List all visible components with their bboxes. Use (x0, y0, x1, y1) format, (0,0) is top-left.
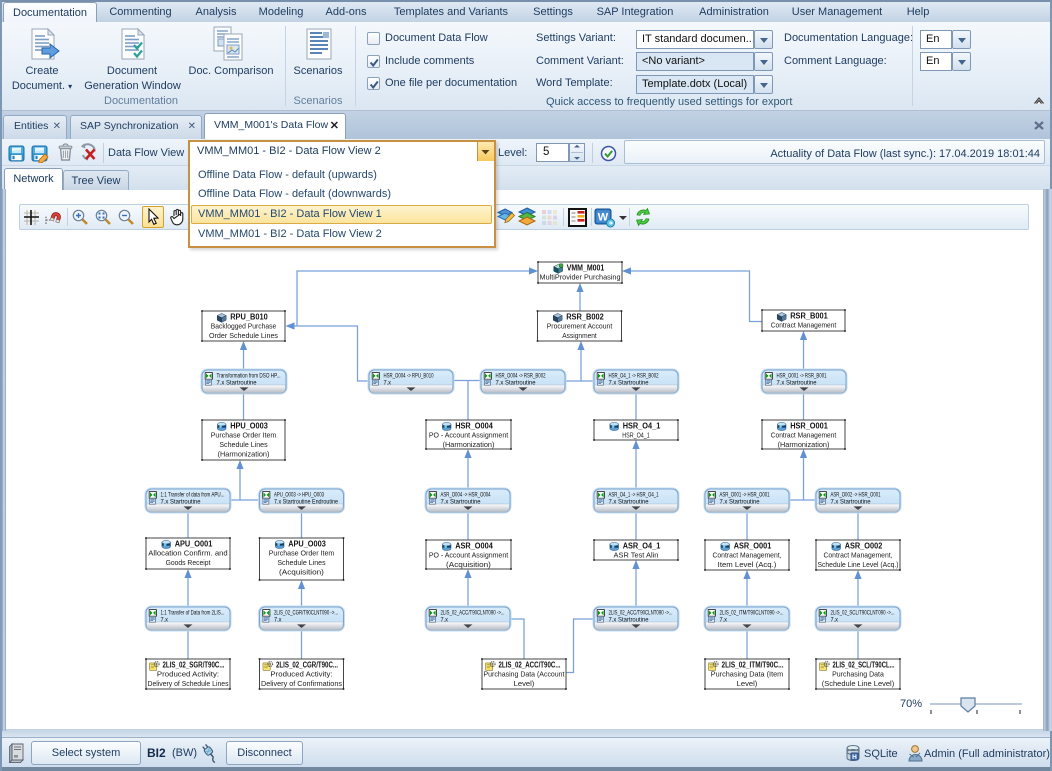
svg-text:7.x Startroutine: 7.x Startroutine (496, 379, 537, 386)
svg-text:(Harmonization): (Harmonization) (778, 440, 830, 449)
svg-text:MultiProvider Purchasing: MultiProvider Purchasing (540, 272, 621, 281)
svg-text:RPU_B010: RPU_B010 (230, 313, 268, 322)
svg-text:Schedule Lines: Schedule Lines (277, 558, 326, 567)
svg-text:ASR_O001: ASR_O001 (734, 542, 772, 551)
svg-text:Item Level (Acq.): Item Level (Acq.) (718, 560, 777, 569)
svg-text:7.x: 7.x (720, 616, 728, 623)
svg-text:Produced Activity:: Produced Activity: (157, 669, 219, 678)
svg-text:2LIS_02_SCL/T90CL...: 2LIS_02_SCL/T90CL... (833, 661, 895, 670)
svg-text:VMM_M001: VMM_M001 (567, 264, 605, 273)
svg-text:2LIS_02_CGR/T90CLNT090 ->...: 2LIS_02_CGR/T90CLNT090 ->... (274, 610, 338, 617)
svg-text:PO - Account Assignment: PO - Account Assignment (429, 430, 508, 439)
svg-text:Contract Management,: Contract Management, (713, 550, 782, 559)
svg-text:Schedule Line Level (Acq.): Schedule Line Level (Acq.) (818, 560, 899, 569)
svg-text:(Acquisition): (Acquisition) (279, 567, 324, 576)
svg-text:RSR_B001: RSR_B001 (790, 312, 828, 321)
svg-text:H: H (852, 754, 857, 761)
svg-text:7.x: 7.x (831, 616, 839, 623)
svg-text:HSR_O004 -> RPU_B010: HSR_O004 -> RPU_B010 (384, 373, 434, 380)
svg-text:2LIS_02_ACC/T90C...: 2LIS_02_ACC/T90C... (499, 661, 561, 670)
svg-text:Level): Level) (514, 679, 535, 688)
svg-text:2LIS_02_ACC/T90CLNT090 ->...: 2LIS_02_ACC/T90CLNT090 ->... (441, 610, 505, 617)
svg-text:(Acquisition): (Acquisition) (446, 560, 491, 569)
svg-text:Purchasing Data: Purchasing Data (832, 669, 885, 678)
svg-text:7.x Startroutine: 7.x Startroutine (777, 379, 818, 386)
svg-text:7.x Startroutine: 7.x Startroutine (609, 379, 650, 386)
svg-text:(Harmonization): (Harmonization) (443, 440, 495, 449)
svg-text:2LIS_02_SCL/T90CLNT090 ->...: 2LIS_02_SCL/T90CLNT090 ->... (831, 610, 895, 617)
svg-text:2LIS_02_SGR/T90C...: 2LIS_02_SGR/T90C... (163, 661, 225, 670)
svg-text:7.x Startroutine: 7.x Startroutine (609, 498, 650, 505)
svg-text:Delivery of Schedule Lines: Delivery of Schedule Lines (148, 679, 229, 688)
svg-text:PO - Account Assignment: PO - Account Assignment (429, 550, 508, 559)
svg-text:1:1 Transfer of Data from 2LIS: 1:1 Transfer of Data from 2LIS... (161, 610, 225, 617)
svg-text:APU_O001: APU_O001 (175, 540, 213, 549)
svg-text:APU_O003: APU_O003 (288, 540, 326, 549)
svg-text:Allocation Confirm. and: Allocation Confirm. and (148, 548, 227, 557)
svg-text:ASR_O004: ASR_O004 (455, 542, 493, 551)
svg-text:Contract Management,: Contract Management, (824, 550, 893, 559)
svg-text:Purchasing Data (Item: Purchasing Data (Item (711, 669, 783, 678)
svg-text:Purchasing Data (Account: Purchasing Data (Account (484, 669, 565, 678)
svg-text:Schedule Lines: Schedule Lines (219, 440, 268, 449)
svg-text:7.x: 7.x (441, 616, 449, 623)
svg-text:Purchase Order Item: Purchase Order Item (269, 548, 335, 557)
svg-text:ASR_O002: ASR_O002 (845, 542, 883, 551)
svg-text:Purchase Order Item: Purchase Order Item (211, 430, 277, 439)
svg-text:Backlogged Purchase: Backlogged Purchase (211, 321, 277, 330)
svg-text:(Schedule Line Level): (Schedule Line Level) (822, 679, 894, 688)
svg-text:Order Schedule Lines: Order Schedule Lines (209, 331, 278, 340)
svg-text:7.x Startroutine: 7.x Startroutine (441, 498, 482, 505)
svg-text:2LIS_02_CGR/T90C...: 2LIS_02_CGR/T90C... (276, 661, 338, 670)
svg-text:7.x Startroutine: 7.x Startroutine (609, 616, 650, 623)
svg-text:HSR_O004: HSR_O004 (455, 422, 493, 431)
svg-text:ASR Test Alin: ASR Test Alin (614, 550, 659, 559)
svg-text:2LIS_02_ITM/T90C...: 2LIS_02_ITM/T90C... (722, 661, 784, 670)
svg-text:Assignment: Assignment (562, 331, 597, 340)
svg-text:7.x: 7.x (274, 616, 282, 623)
svg-text:7.x Startroutine: 7.x Startroutine (217, 379, 258, 386)
svg-text:ASR_O4_1: ASR_O4_1 (623, 542, 661, 551)
svg-text:7.x: 7.x (384, 379, 392, 386)
svg-text:7.x Startroutine: 7.x Startroutine (161, 498, 202, 505)
svg-text:RSR_B002: RSR_B002 (566, 313, 604, 322)
svg-text:7.x Startroutine: 7.x Startroutine (720, 498, 761, 505)
svg-text:HSR_O4_1: HSR_O4_1 (622, 430, 650, 439)
svg-text:Delivery of Confirmations: Delivery of Confirmations (261, 679, 342, 688)
svg-text:HPU_O003: HPU_O003 (230, 422, 268, 431)
svg-text:HSR_O001: HSR_O001 (790, 422, 828, 431)
svg-text:(Harmonization): (Harmonization) (218, 449, 270, 458)
svg-text:Contract Management: Contract Management (771, 430, 837, 439)
svg-text:Goods Receipt: Goods Receipt (166, 558, 211, 567)
svg-text:7.x Startroutine Endroutine: 7.x Startroutine Endroutine (274, 498, 338, 505)
svg-text:2LIS_02_ITM/T90CLNT090 ->...: 2LIS_02_ITM/T90CLNT090 ->... (720, 610, 784, 617)
svg-text:7.x Startroutine: 7.x Startroutine (831, 498, 872, 505)
svg-text:Contract Management: Contract Management (771, 320, 837, 329)
svg-text:Level): Level) (737, 679, 758, 688)
svg-text:Procurement Account: Procurement Account (547, 321, 613, 330)
svg-text:Produced Activity:: Produced Activity: (270, 669, 332, 678)
svg-text:7.x: 7.x (161, 616, 169, 623)
svg-text:HSR_O4_1: HSR_O4_1 (623, 422, 661, 431)
